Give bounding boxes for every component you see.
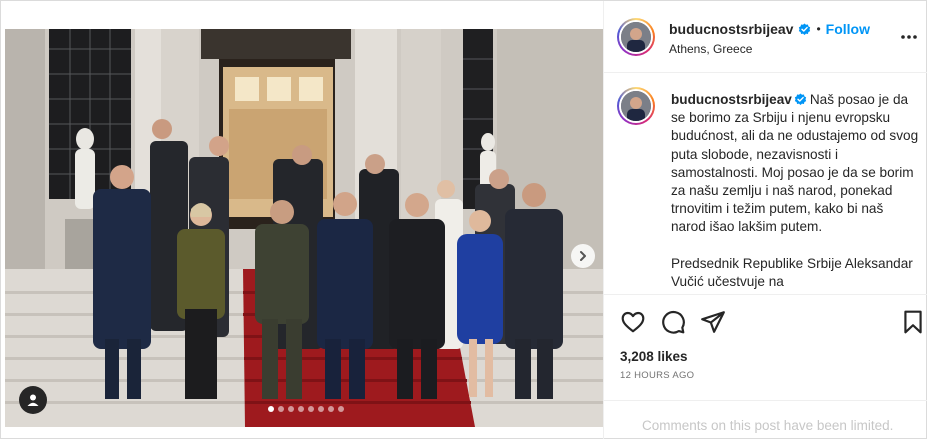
carousel-dot	[308, 406, 314, 412]
follow-button[interactable]: Follow	[826, 21, 870, 37]
comment-icon[interactable]	[660, 309, 686, 335]
carousel-dot	[288, 406, 294, 412]
likes-count[interactable]: 3,208 likes	[620, 349, 688, 364]
carousel-dot	[328, 406, 334, 412]
more-options-icon[interactable]	[899, 27, 919, 47]
username-link[interactable]: buducnostsrbijeav	[669, 21, 793, 37]
comments-limited-notice: Comments on this post have been limited.	[604, 400, 927, 439]
caption-username[interactable]: buducnostsrbijeav	[671, 92, 792, 107]
carousel-dot	[268, 406, 274, 412]
carousel-dot	[298, 406, 304, 412]
post-timestamp[interactable]: 12 HOURS AGO	[620, 370, 694, 381]
carousel-dot	[318, 406, 324, 412]
post-header: buducnostsrbijeav • Follow Athens, Greec…	[604, 1, 927, 73]
tagged-users-button[interactable]	[19, 386, 47, 414]
carousel-indicator	[268, 406, 344, 412]
post-media[interactable]	[5, 29, 603, 427]
avatar[interactable]	[617, 18, 655, 56]
verified-badge-icon	[799, 22, 811, 35]
heart-icon[interactable]	[620, 309, 646, 335]
post-caption: buducnostsrbijeav Naš posao je da se bori…	[604, 74, 927, 294]
chevron-right-icon	[580, 251, 586, 261]
avatar-image	[621, 22, 651, 52]
carousel-next-button[interactable]	[571, 244, 595, 268]
caption-body: Naš posao je da se borimo za Srbiju i nj…	[671, 92, 919, 290]
carousel-dot	[278, 406, 284, 412]
share-icon[interactable]	[700, 309, 726, 335]
carousel-dot	[338, 406, 344, 412]
post-frame: buducnostsrbijeav • Follow Athens, Greec…	[0, 0, 927, 439]
caption-text: buducnostsrbijeav Naš posao je da se bori…	[671, 91, 919, 291]
post-sidebar: buducnostsrbijeav • Follow Athens, Greec…	[603, 1, 927, 439]
user-row: buducnostsrbijeav • Follow	[669, 21, 870, 37]
verified-badge-icon	[794, 93, 807, 105]
user-tag-icon	[27, 394, 39, 406]
action-bar	[604, 294, 927, 344]
bookmark-icon[interactable]	[900, 309, 926, 335]
separator-dot: •	[816, 22, 821, 36]
group-photo	[5, 29, 603, 427]
caption-avatar[interactable]	[617, 87, 655, 125]
avatar-image	[621, 91, 651, 121]
location-link[interactable]: Athens, Greece	[669, 42, 752, 56]
